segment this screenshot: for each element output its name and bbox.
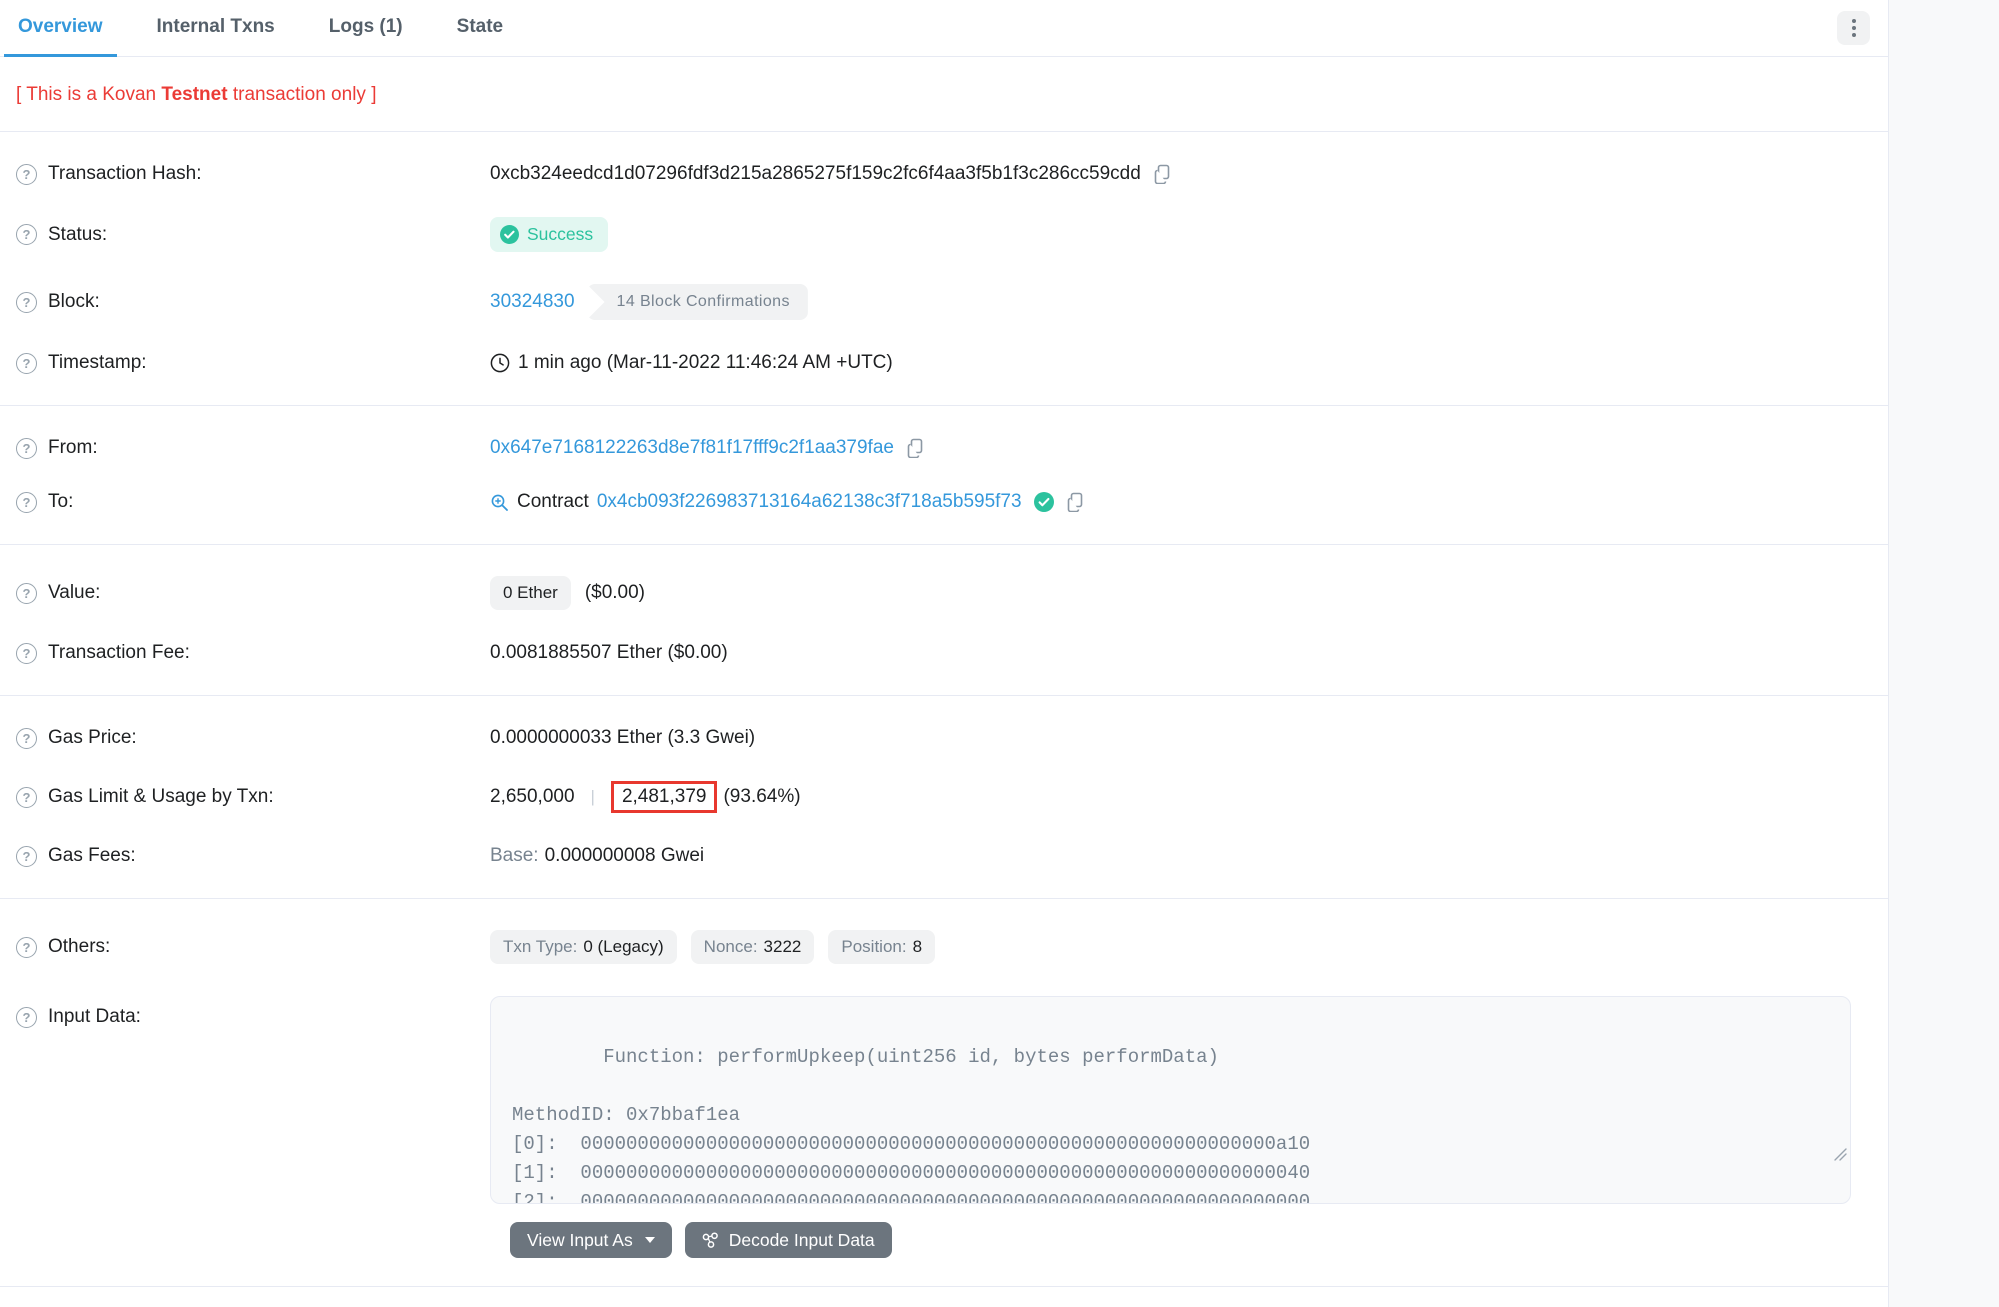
input-data-actions: View Input As Decode Input Data [0, 1222, 1888, 1262]
base-fee-value: 0.000000008 Gwei [545, 845, 705, 867]
tab-internal-txns[interactable]: Internal Txns [143, 0, 289, 57]
help-icon[interactable]: ? [16, 492, 37, 513]
gas-used-annotation-box: 2,481,379 [611, 781, 718, 813]
help-icon[interactable]: ? [16, 224, 37, 245]
section-gas: ? Gas Price: 0.0000000033 Ether (3.3 Gwe… [0, 696, 1888, 899]
help-icon[interactable]: ? [16, 583, 37, 604]
kebab-icon [1852, 19, 1856, 23]
help-icon[interactable]: ? [16, 353, 37, 374]
transaction-hash-label: Transaction Hash: [48, 163, 201, 185]
gas-used-value: 2,481,379 [622, 786, 707, 807]
gas-fees-label: Gas Fees: [48, 845, 136, 867]
to-label: To: [48, 491, 73, 513]
row-status: ? Status: Success [0, 201, 1888, 268]
row-value: ? Value: 0 Ether ($0.00) [0, 560, 1888, 626]
row-gas-limit-usage: ? Gas Limit & Usage by Txn: 2,650,000 | … [0, 765, 1888, 829]
row-transaction-hash: ? Transaction Hash: 0xcb324eedcd1d07296f… [0, 147, 1888, 201]
copy-icon[interactable] [1152, 164, 1172, 184]
section-overview-top: ? Transaction Hash: 0xcb324eedcd1d07296f… [0, 132, 1888, 406]
help-icon[interactable]: ? [16, 438, 37, 459]
tab-overview[interactable]: Overview [4, 0, 117, 57]
transaction-fee-value: 0.0081885507 Ether ($0.00) [490, 642, 728, 664]
to-address-link[interactable]: 0x4cb093f226983713164a62138c3f718a5b595f… [597, 491, 1022, 513]
others-label: Others: [48, 936, 110, 958]
help-icon[interactable]: ? [16, 728, 37, 749]
page-background-strip [1888, 0, 1999, 1307]
value-label: Value: [48, 582, 100, 604]
timestamp-label: Timestamp: [48, 352, 147, 374]
value-usd: ($0.00) [585, 582, 645, 604]
base-fee-label: Base: [490, 845, 539, 867]
block-number-link[interactable]: 30324830 [490, 291, 575, 313]
ether-value-badge: 0 Ether [490, 576, 571, 610]
row-gas-price: ? Gas Price: 0.0000000033 Ether (3.3 Gwe… [0, 711, 1888, 765]
section-value-fee: ? Value: 0 Ether ($0.00) ? Transaction F… [0, 545, 1888, 696]
timestamp-value: 1 min ago (Mar-11-2022 11:46:24 AM +UTC) [518, 352, 893, 374]
kebab-menu-button[interactable] [1837, 11, 1870, 45]
nonce-badge: Nonce: 3222 [691, 930, 815, 964]
to-contract-prefix: Contract [517, 491, 589, 513]
input-data-label: Input Data: [48, 1006, 141, 1028]
verified-check-icon [1034, 492, 1054, 512]
row-transaction-fee: ? Transaction Fee: 0.0081885507 Ether ($… [0, 626, 1888, 680]
copy-icon[interactable] [1065, 492, 1085, 512]
decode-icon [702, 1232, 719, 1249]
help-icon[interactable]: ? [16, 292, 37, 313]
status-label: Status: [48, 224, 107, 246]
row-from: ? From: 0x647e7168122263d8e7f81f17fff9c2… [0, 421, 1888, 475]
transaction-fee-label: Transaction Fee: [48, 642, 190, 664]
row-input-data: ? Input Data: Function: performUpkeep(ui… [0, 980, 1888, 1220]
help-icon[interactable]: ? [16, 643, 37, 664]
magnifier-icon[interactable] [490, 493, 509, 512]
section-others-input: ? Others: Txn Type: 0 (Legacy) Nonce: 32… [0, 899, 1888, 1287]
txn-type-badge: Txn Type: 0 (Legacy) [490, 930, 677, 964]
row-to: ? To: Contract 0x4cb093f226983713164a621… [0, 475, 1888, 529]
testnet-notice: [ This is a Kovan Testnet transaction on… [0, 57, 1888, 132]
gas-used-percent: (93.64%) [723, 786, 800, 808]
decode-input-data-button[interactable]: Decode Input Data [685, 1222, 892, 1258]
tab-bar: Overview Internal Txns Logs (1) State [0, 0, 1888, 57]
help-icon[interactable]: ? [16, 937, 37, 958]
gas-price-label: Gas Price: [48, 727, 137, 749]
help-icon[interactable]: ? [16, 1007, 37, 1028]
chevron-down-icon [645, 1237, 655, 1243]
from-address-link[interactable]: 0x647e7168122263d8e7f81f17fff9c2f1aa379f… [490, 437, 894, 459]
section-addresses: ? From: 0x647e7168122263d8e7f81f17fff9c2… [0, 406, 1888, 545]
help-icon[interactable]: ? [16, 164, 37, 185]
row-others: ? Others: Txn Type: 0 (Legacy) Nonce: 32… [0, 914, 1888, 980]
transaction-hash-value: 0xcb324eedcd1d07296fdf3d215a2865275f159c… [490, 163, 1141, 185]
gas-separator: | [591, 787, 595, 807]
gas-limit-label: Gas Limit & Usage by Txn: [48, 786, 274, 808]
transaction-details-card: Overview Internal Txns Logs (1) State [ … [0, 0, 1888, 1287]
block-label: Block: [48, 291, 100, 313]
from-label: From: [48, 437, 98, 459]
block-confirmations-badge: 14 Block Confirmations [587, 284, 808, 320]
row-gas-fees: ? Gas Fees: Base: 0.000000008 Gwei [0, 829, 1888, 883]
clock-icon [490, 353, 510, 373]
tab-logs[interactable]: Logs (1) [315, 0, 417, 57]
status-badge: Success [490, 217, 608, 252]
position-badge: Position: 8 [828, 930, 935, 964]
help-icon[interactable]: ? [16, 846, 37, 867]
resize-grip-icon[interactable] [1720, 1113, 1847, 1200]
input-data-textarea[interactable]: Function: performUpkeep(uint256 id, byte… [490, 996, 1851, 1204]
check-circle-icon [500, 225, 519, 244]
copy-icon[interactable] [905, 438, 925, 458]
gas-price-value: 0.0000000033 Ether (3.3 Gwei) [490, 727, 755, 749]
gas-limit-value: 2,650,000 [490, 786, 575, 808]
help-icon[interactable]: ? [16, 787, 37, 808]
row-block: ? Block: 30324830 14 Block Confirmations [0, 268, 1888, 336]
row-timestamp: ? Timestamp: 1 min ago (Mar-11-2022 11:4… [0, 336, 1888, 390]
tab-state[interactable]: State [443, 0, 517, 57]
view-input-as-button[interactable]: View Input As [510, 1222, 672, 1258]
input-data-content: Function: performUpkeep(uint256 id, byte… [512, 1046, 1310, 1204]
